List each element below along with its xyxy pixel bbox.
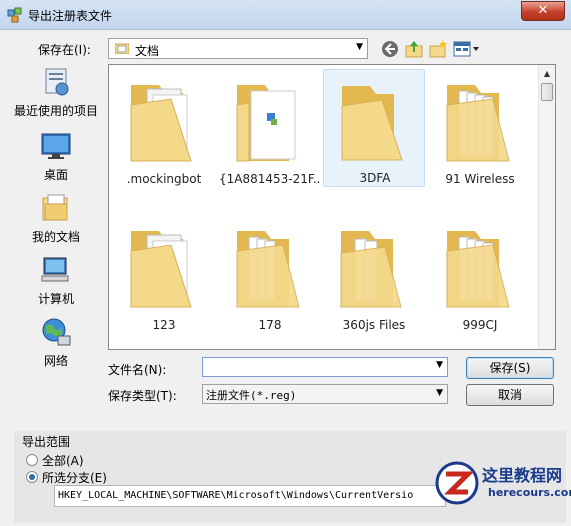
folder-icon	[236, 231, 300, 308]
vertical-scrollbar[interactable]: ▲	[538, 65, 555, 349]
savein-combobox[interactable]: 文档 ▼	[108, 38, 368, 59]
file-name: 3DFA	[359, 171, 391, 185]
list-item[interactable]: 999CJ	[429, 217, 531, 335]
savein-label: 保存在(I):	[38, 43, 91, 57]
place-network[interactable]: 网络	[8, 316, 104, 376]
up-folder-icon[interactable]	[404, 39, 424, 59]
file-name: 999CJ	[462, 318, 498, 332]
place-label: 最近使用的项目	[13, 104, 98, 118]
place-recent[interactable]: 最近使用的项目	[8, 66, 104, 126]
title-bar: 导出注册表文件 ✕	[0, 0, 571, 30]
export-range-title: 导出范围	[22, 435, 71, 449]
place-label: 计算机	[37, 292, 74, 306]
folder-icon	[130, 231, 192, 308]
list-item[interactable]: 91 Wireless	[429, 71, 531, 189]
radio-all[interactable]	[26, 454, 38, 466]
filename-input[interactable]: ▼	[202, 357, 448, 377]
file-name: .mockingbot	[126, 172, 202, 186]
folder-icon	[130, 85, 192, 162]
file-name: 91 Wireless	[445, 172, 515, 186]
watermark-url: herecours.com	[488, 486, 571, 499]
documents-folder-icon	[115, 43, 129, 54]
file-name: 360js Files	[342, 318, 406, 332]
place-desktop[interactable]: 桌面	[8, 130, 104, 190]
folder-icon	[446, 85, 510, 162]
place-computer[interactable]: 计算机	[8, 254, 104, 314]
scroll-thumb[interactable]	[541, 83, 553, 101]
view-menu-icon[interactable]	[452, 39, 480, 59]
list-item[interactable]: {1A881453-21F...	[219, 71, 321, 189]
computer-icon	[41, 257, 69, 282]
place-documents[interactable]: 我的文档	[8, 192, 104, 252]
window-title: 导出注册表文件	[28, 9, 113, 23]
list-item[interactable]: 360js Files	[323, 217, 425, 335]
registry-icon	[7, 7, 22, 23]
network-globe-icon	[42, 318, 71, 346]
folder-icon	[236, 85, 296, 162]
list-item[interactable]: .mockingbot	[113, 71, 215, 189]
list-item[interactable]: 123	[113, 217, 215, 335]
radio-selected-branch[interactable]	[26, 471, 38, 483]
desktop-icon	[41, 133, 71, 159]
places-bar: 最近使用的项目 桌面 我的文档 计算机 网络	[8, 66, 104, 368]
list-item-selected[interactable]: 3DFA	[323, 69, 425, 187]
filetype-label: 保存类型(T):	[108, 389, 177, 403]
branch-path-input[interactable]: HKEY_LOCAL_MACHINE\SOFTWARE\Microsoft\Wi…	[54, 485, 446, 507]
watermark-logo-icon	[435, 461, 479, 505]
filetype-select[interactable]: 注册文件(*.reg) ▼	[202, 384, 448, 404]
back-icon[interactable]	[380, 39, 400, 59]
chevron-down-icon[interactable]: ▼	[436, 388, 443, 398]
file-name: 178	[258, 318, 282, 332]
file-list[interactable]: .mockingbot {1A881453-21F... 3DFA 91 Wir…	[108, 64, 556, 350]
watermark-text: 这里教程网	[482, 466, 563, 485]
file-name: 123	[152, 318, 176, 332]
file-name: {1A881453-21F...	[219, 172, 321, 186]
new-folder-icon[interactable]	[428, 39, 448, 59]
dialog-body: 保存在(I): 文档 ▼ 最近使用的项目 桌面 我的文档 计算机 网络 .moc…	[0, 30, 571, 526]
place-label: 我的文档	[31, 230, 80, 244]
folder-icon	[340, 231, 402, 308]
chevron-down-icon: ▼	[356, 42, 363, 52]
my-documents-icon	[42, 194, 68, 221]
filename-label: 文件名(N):	[108, 363, 167, 377]
place-label: 桌面	[43, 168, 68, 182]
filetype-value: 注册文件(*.reg)	[206, 389, 297, 402]
savein-value: 文档	[135, 44, 160, 58]
chevron-down-icon[interactable]: ▼	[436, 360, 443, 370]
folder-icon	[341, 86, 403, 161]
recent-items-icon	[45, 68, 69, 96]
radio-all-label[interactable]: 全部(A)	[42, 452, 84, 469]
save-button[interactable]: 保存(S)	[466, 357, 554, 379]
watermark: 这里教程网 herecours.com	[432, 452, 571, 524]
radio-selected-branch-label[interactable]: 所选分支(E)	[42, 469, 107, 486]
scroll-up-icon[interactable]: ▲	[539, 65, 555, 82]
folder-icon	[446, 231, 510, 308]
place-label: 网络	[43, 354, 68, 368]
cancel-button[interactable]: 取消	[466, 384, 554, 406]
close-button[interactable]: ✕	[521, 1, 565, 21]
list-item[interactable]: 178	[219, 217, 321, 335]
